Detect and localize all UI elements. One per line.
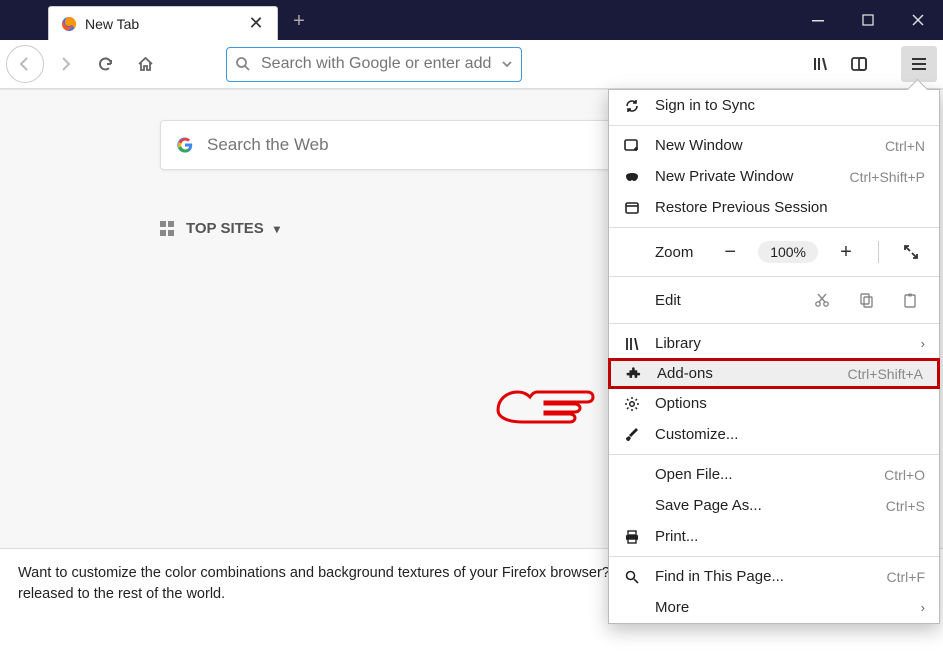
chevron-right-icon: › — [921, 600, 925, 615]
menu-label: Restore Previous Session — [655, 199, 925, 216]
url-input[interactable] — [261, 55, 491, 73]
menu-label: More — [655, 599, 907, 616]
brush-icon — [623, 427, 641, 443]
zoom-label: Zoom — [655, 244, 702, 261]
menu-customize[interactable]: Customize... — [609, 419, 939, 450]
back-button[interactable] — [6, 45, 44, 83]
tab-label: New Tab — [85, 16, 239, 32]
new-tab-button[interactable]: + — [284, 6, 314, 36]
pointer-annotation — [493, 370, 603, 430]
library-button[interactable] — [803, 46, 839, 82]
tab-strip: New Tab ✕ + — [0, 0, 314, 40]
menu-label: Print... — [655, 528, 925, 545]
fullscreen-button[interactable] — [897, 238, 925, 266]
print-icon — [623, 529, 641, 545]
menu-accel: Ctrl+Shift+A — [848, 366, 923, 382]
maximize-button[interactable] — [843, 0, 893, 40]
menu-edit-row: Edit — [609, 281, 939, 319]
sidebar-button[interactable] — [841, 46, 877, 82]
menu-sign-in[interactable]: Sign in to Sync — [609, 90, 939, 121]
menu-zoom-row: Zoom − 100% + — [609, 232, 939, 272]
menu-print[interactable]: Print... — [609, 521, 939, 552]
menu-new-window[interactable]: New Window Ctrl+N — [609, 130, 939, 161]
google-icon — [175, 135, 195, 155]
menu-label: Save Page As... — [655, 497, 872, 514]
toolbar — [0, 40, 943, 89]
zoom-value: 100% — [758, 241, 818, 263]
forward-button[interactable] — [46, 45, 84, 83]
menu-label: Open File... — [655, 466, 870, 483]
edit-label: Edit — [655, 292, 793, 309]
top-sites-label: TOP SITES — [186, 220, 264, 237]
menu-accel: Ctrl+N — [885, 138, 925, 154]
mask-icon — [623, 169, 641, 185]
browser-tab[interactable]: New Tab ✕ — [48, 6, 278, 40]
menu-label: Customize... — [655, 426, 925, 443]
menu-label: Options — [655, 395, 925, 412]
close-window-button[interactable] — [893, 0, 943, 40]
menu-accel: Ctrl+S — [886, 498, 925, 514]
puzzle-icon — [625, 366, 643, 382]
menu-options[interactable]: Options — [609, 388, 939, 419]
titlebar: New Tab ✕ + — [0, 0, 943, 40]
menu-find[interactable]: Find in This Page... Ctrl+F — [609, 561, 939, 592]
menu-addons[interactable]: Add-ons Ctrl+Shift+A — [608, 358, 940, 389]
menu-open-file[interactable]: Open File... Ctrl+O — [609, 459, 939, 490]
menu-accel: Ctrl+Shift+P — [850, 169, 925, 185]
menu-label: New Window — [655, 137, 871, 154]
restore-icon — [623, 200, 641, 216]
minimize-button[interactable] — [793, 0, 843, 40]
menu-restore-session[interactable]: Restore Previous Session — [609, 192, 939, 223]
window-controls — [793, 0, 943, 40]
home-button[interactable] — [126, 45, 164, 83]
menu-accel: Ctrl+F — [887, 569, 926, 585]
gear-icon — [623, 396, 641, 412]
app-menu: Sign in to Sync New Window Ctrl+N New Pr… — [608, 89, 940, 624]
urlbar-dropdown-icon[interactable] — [501, 58, 513, 70]
menu-label: Library — [655, 335, 907, 352]
library-icon — [623, 336, 641, 352]
close-tab-icon[interactable]: ✕ — [247, 13, 265, 34]
search-icon — [235, 56, 251, 72]
menu-label: Sign in to Sync — [655, 97, 925, 114]
menu-save-page[interactable]: Save Page As... Ctrl+S — [609, 490, 939, 521]
window-icon — [623, 138, 641, 154]
app-menu-button[interactable] — [901, 46, 937, 82]
reload-button[interactable] — [86, 45, 124, 83]
grid-icon — [160, 221, 176, 237]
menu-library[interactable]: Library › — [609, 328, 939, 359]
search-icon — [623, 569, 641, 585]
menu-label: Find in This Page... — [655, 568, 873, 585]
copy-button[interactable] — [851, 285, 881, 315]
menu-new-private-window[interactable]: New Private Window Ctrl+Shift+P — [609, 161, 939, 192]
zoom-in-button[interactable]: + — [832, 238, 860, 266]
zoom-out-button[interactable]: − — [716, 238, 744, 266]
sync-icon — [623, 98, 641, 114]
firefox-icon — [61, 16, 77, 32]
paste-button[interactable] — [895, 285, 925, 315]
menu-label: Add-ons — [657, 365, 834, 382]
menu-more[interactable]: More › — [609, 592, 939, 623]
chevron-right-icon: › — [921, 336, 925, 351]
menu-label: New Private Window — [655, 168, 836, 185]
chevron-down-icon[interactable]: ▾ — [274, 222, 280, 236]
cut-button[interactable] — [807, 285, 837, 315]
menu-accel: Ctrl+O — [884, 467, 925, 483]
url-bar[interactable] — [226, 47, 522, 82]
